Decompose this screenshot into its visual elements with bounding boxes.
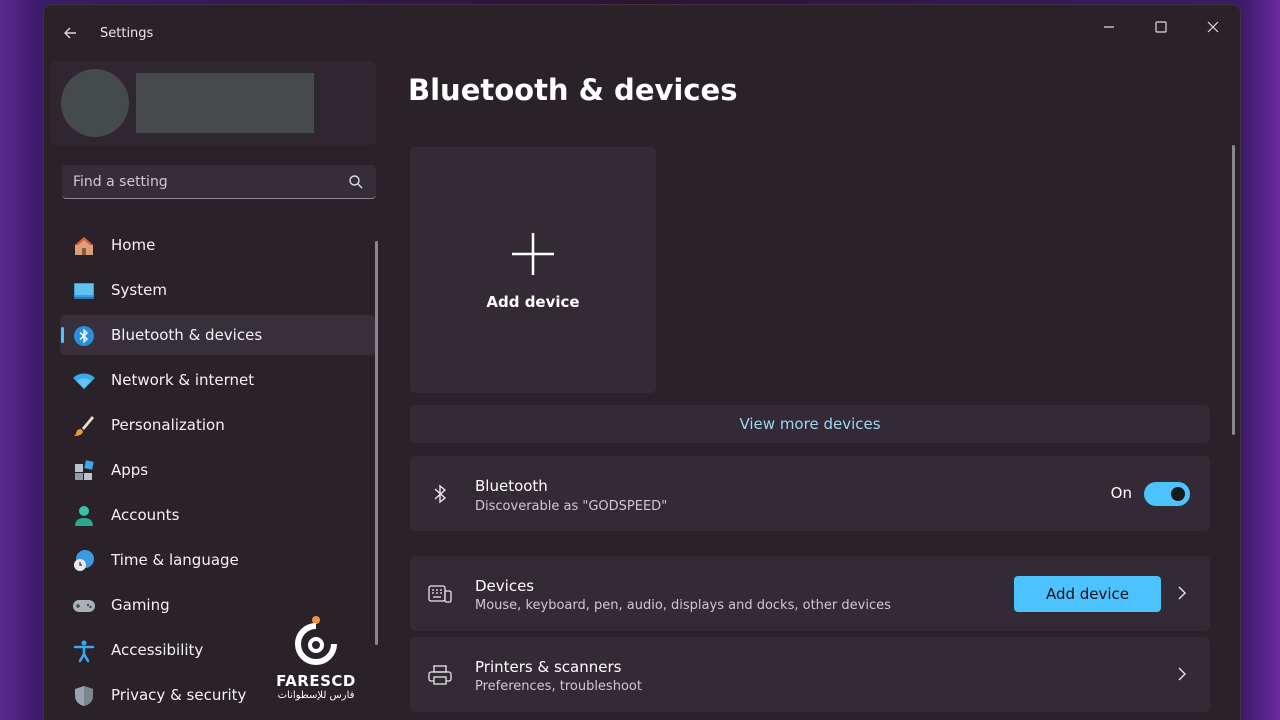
plus-icon xyxy=(512,233,554,275)
wifi-icon xyxy=(72,369,96,393)
sidebar-item-label: Privacy & security xyxy=(111,686,247,704)
sidebar-item-label: Personalization xyxy=(111,416,225,434)
sidebar-item-bluetooth-devices[interactable]: Bluetooth & devices xyxy=(60,315,376,355)
printers-scanners-row[interactable]: Printers & scanners Preferences, trouble… xyxy=(410,637,1210,712)
chevron-right-icon[interactable] xyxy=(1174,664,1190,684)
devices-subtitle: Mouse, keyboard, pen, audio, displays an… xyxy=(475,598,891,613)
minimize-icon xyxy=(1104,26,1114,28)
printers-title: Printers & scanners xyxy=(475,658,622,676)
keyboard-devices-icon xyxy=(428,582,452,606)
bluetooth-toggle-label: On xyxy=(1110,484,1132,502)
gamepad-icon xyxy=(72,594,96,618)
app-title: Settings xyxy=(100,26,154,41)
sidebar-item-personalization[interactable]: Personalization xyxy=(60,405,376,445)
home-icon xyxy=(72,234,96,258)
person-icon xyxy=(72,504,96,528)
printer-icon xyxy=(428,663,452,687)
devices-title: Devices xyxy=(475,577,535,595)
search-icon[interactable] xyxy=(348,174,364,190)
settings-window: Settings Find a setting Home System Blue… xyxy=(43,4,1241,720)
sidebar-item-label: Home xyxy=(111,236,156,254)
sidebar-item-accounts[interactable]: Accounts xyxy=(60,495,376,535)
sidebar-item-home[interactable]: Home xyxy=(60,225,376,265)
selection-indicator xyxy=(61,327,64,343)
sidebar-item-label: System xyxy=(111,281,167,299)
page-title: Bluetooth & devices xyxy=(408,73,738,107)
sidebar-item-label: Time & language xyxy=(111,551,239,569)
shield-icon xyxy=(72,684,96,708)
account-name-redacted xyxy=(136,73,314,133)
apps-icon xyxy=(72,459,96,483)
sidebar-item-label: Accessibility xyxy=(111,641,204,659)
sidebar-item-label: Apps xyxy=(111,461,149,479)
watermark-subtitle: فارس للإسطوانات xyxy=(277,690,355,701)
sidebar-item-network-internet[interactable]: Network & internet xyxy=(60,360,376,400)
bluetooth-subtitle: Discoverable as "GODSPEED" xyxy=(475,499,668,514)
title-bar: Settings xyxy=(44,5,1240,61)
close-button[interactable] xyxy=(1190,9,1236,45)
user-profile[interactable] xyxy=(50,61,376,145)
sidebar-item-label: Accounts xyxy=(111,506,180,524)
chevron-right-icon[interactable] xyxy=(1174,583,1190,603)
search-box[interactable]: Find a setting xyxy=(62,165,376,199)
bluetooth-icon xyxy=(428,482,452,506)
farescd-watermark: FARESCD فارس للإسطوانات xyxy=(268,614,364,710)
sidebar-item-label: Gaming xyxy=(111,596,170,614)
system-icon xyxy=(72,279,96,303)
sidebar-item-label: Network & internet xyxy=(111,371,255,389)
close-icon xyxy=(1207,21,1219,33)
bluetooth-icon xyxy=(72,324,96,348)
avatar xyxy=(61,69,129,137)
printers-subtitle: Preferences, troubleshoot xyxy=(475,679,642,694)
globe-clock-icon xyxy=(72,549,96,573)
back-button[interactable] xyxy=(56,19,84,47)
content-scrollbar[interactable] xyxy=(1232,145,1235,435)
add-device-card[interactable]: Add device xyxy=(410,147,656,393)
sidebar-scrollbar[interactable] xyxy=(375,241,378,645)
sidebar-item-apps[interactable]: Apps xyxy=(60,450,376,490)
back-arrow-icon xyxy=(64,27,76,39)
search-input[interactable]: Find a setting xyxy=(73,174,168,190)
maximize-icon xyxy=(1155,21,1167,33)
bluetooth-toggle[interactable] xyxy=(1144,482,1190,506)
sidebar-item-label: Bluetooth & devices xyxy=(111,326,263,344)
maximize-button[interactable] xyxy=(1138,9,1184,45)
watermark-brand: FARESCD xyxy=(276,672,356,690)
add-device-button[interactable]: Add device xyxy=(1014,576,1161,612)
brush-icon xyxy=(72,414,96,438)
sidebar-item-system[interactable]: System xyxy=(60,270,376,310)
view-more-devices-button[interactable]: View more devices xyxy=(410,405,1210,443)
minimize-button[interactable] xyxy=(1086,9,1132,45)
sidebar-item-time-language[interactable]: Time & language xyxy=(60,540,376,580)
farescd-logo-icon xyxy=(295,616,337,665)
devices-row[interactable]: Devices Mouse, keyboard, pen, audio, dis… xyxy=(410,556,1210,631)
bluetooth-title: Bluetooth xyxy=(475,477,548,495)
toggle-knob xyxy=(1171,487,1185,501)
bluetooth-row: Bluetooth Discoverable as "GODSPEED" On xyxy=(410,456,1210,531)
add-device-card-label: Add device xyxy=(486,293,580,311)
accessibility-icon xyxy=(72,639,96,663)
